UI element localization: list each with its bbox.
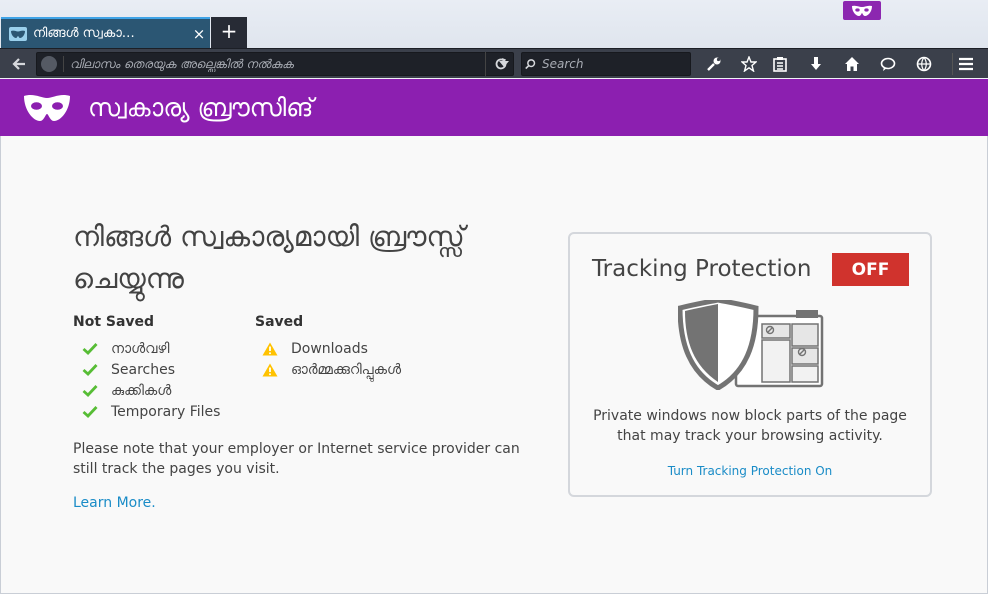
not-saved-item-label: Searches (111, 361, 176, 378)
saved-list: Downloads ഓർമ്മക്കുറിപ്പുകൾ (259, 338, 401, 380)
not-saved-item-label: നാൾവഴി (111, 340, 170, 357)
wrench-icon (707, 57, 721, 71)
hamburger-menu-icon (958, 57, 973, 71)
warning-icon (259, 363, 281, 377)
search-icon (525, 59, 536, 70)
checkmark-icon (79, 384, 101, 398)
privacy-note: Please note that your employer or Intern… (73, 441, 520, 477)
menu-button[interactable] (952, 53, 978, 75)
bookmark-star-button[interactable] (736, 53, 762, 75)
private-mask-tab-icon (9, 26, 27, 41)
saved-item-label: ഓർമ്മക്കുറിപ്പുകൾ (291, 361, 401, 378)
developer-button[interactable] (701, 53, 727, 75)
speech-bubble-icon (880, 57, 896, 71)
tracking-protection-title: Tracking Protection (592, 256, 812, 282)
saved-item-label: Downloads (291, 340, 368, 357)
close-tab-icon[interactable]: × (188, 25, 210, 43)
private-mask-icon (852, 5, 872, 16)
chat-button[interactable] (875, 53, 901, 75)
private-browsing-header: സ്വകാര്യ ബ്രൗസിങ് (0, 79, 988, 136)
navigation-toolbar (0, 48, 988, 78)
tracking-protection-description: Private windows now block parts of the p… (593, 408, 907, 444)
not-saved-item-label: Temporary Files (111, 403, 221, 420)
learn-more-link[interactable]: Learn More. (73, 495, 156, 511)
checkmark-icon (79, 363, 101, 377)
url-separator (63, 56, 64, 72)
tab-private-browsing[interactable]: നിങ്ങൾ സ്വകാ… × (1, 17, 210, 48)
home-icon (845, 57, 859, 71)
list-item: കുക്കികൾ (79, 380, 220, 401)
star-icon (741, 56, 757, 72)
home-button[interactable] (839, 53, 865, 75)
not-saved-item-label: കുക്കികൾ (111, 382, 172, 399)
list-item: ഓർമ്മക്കുറിപ്പുകൾ (259, 359, 401, 380)
list-item: നാൾവഴി (79, 338, 220, 359)
url-input[interactable] (70, 54, 495, 74)
tracking-protection-card: Tracking Protection OFF Private windows … (568, 232, 932, 497)
private-browsing-page: നിങ്ങൾ സ്വകാര്യമായി ബ്രൗസ്സ് ചെയ്യുന്നു … (0, 136, 988, 594)
page-title: നിങ്ങൾ സ്വകാര്യമായി ബ്രൗസ്സ് ചെയ്യുന്നു (73, 220, 465, 295)
downloads-button[interactable] (803, 53, 829, 75)
web-compat-button[interactable] (911, 53, 937, 75)
reload-icon (495, 58, 506, 70)
checkmark-icon (79, 405, 101, 419)
checkmark-icon (79, 342, 101, 356)
turn-tracking-protection-on-link[interactable]: Turn Tracking Protection On (570, 464, 930, 478)
reading-list-button[interactable] (767, 53, 793, 75)
new-tab-button[interactable]: + (211, 17, 247, 48)
private-browsing-title: സ്വകാര്യ ബ്രൗസിങ് (88, 92, 314, 122)
warning-icon (259, 342, 281, 356)
tab-title: നിങ്ങൾ സ്വകാ… (33, 26, 135, 41)
private-mask-icon (24, 94, 70, 121)
back-button[interactable] (6, 53, 32, 75)
private-browsing-indicator (843, 1, 881, 20)
back-arrow-icon (12, 58, 25, 70)
site-identity-icon[interactable] (41, 56, 57, 72)
tracking-shield-illustration (678, 300, 824, 390)
saved-heading: Saved (255, 314, 304, 330)
reload-button[interactable] (485, 52, 515, 76)
globe-icon (916, 56, 932, 72)
list-item: Downloads (259, 338, 401, 359)
list-item: Searches (79, 359, 220, 380)
search-input[interactable] (542, 54, 690, 74)
not-saved-list: നാൾവഴി Searches കുക്കികൾ Temporary Files (79, 338, 220, 422)
download-arrow-icon (811, 57, 821, 70)
search-bar[interactable] (521, 52, 691, 76)
url-bar[interactable] (36, 52, 514, 76)
list-item: Temporary Files (79, 401, 220, 422)
not-saved-heading: Not Saved (73, 314, 155, 330)
tracking-protection-toggle[interactable]: OFF (832, 253, 909, 286)
clipboard-icon (773, 57, 787, 72)
